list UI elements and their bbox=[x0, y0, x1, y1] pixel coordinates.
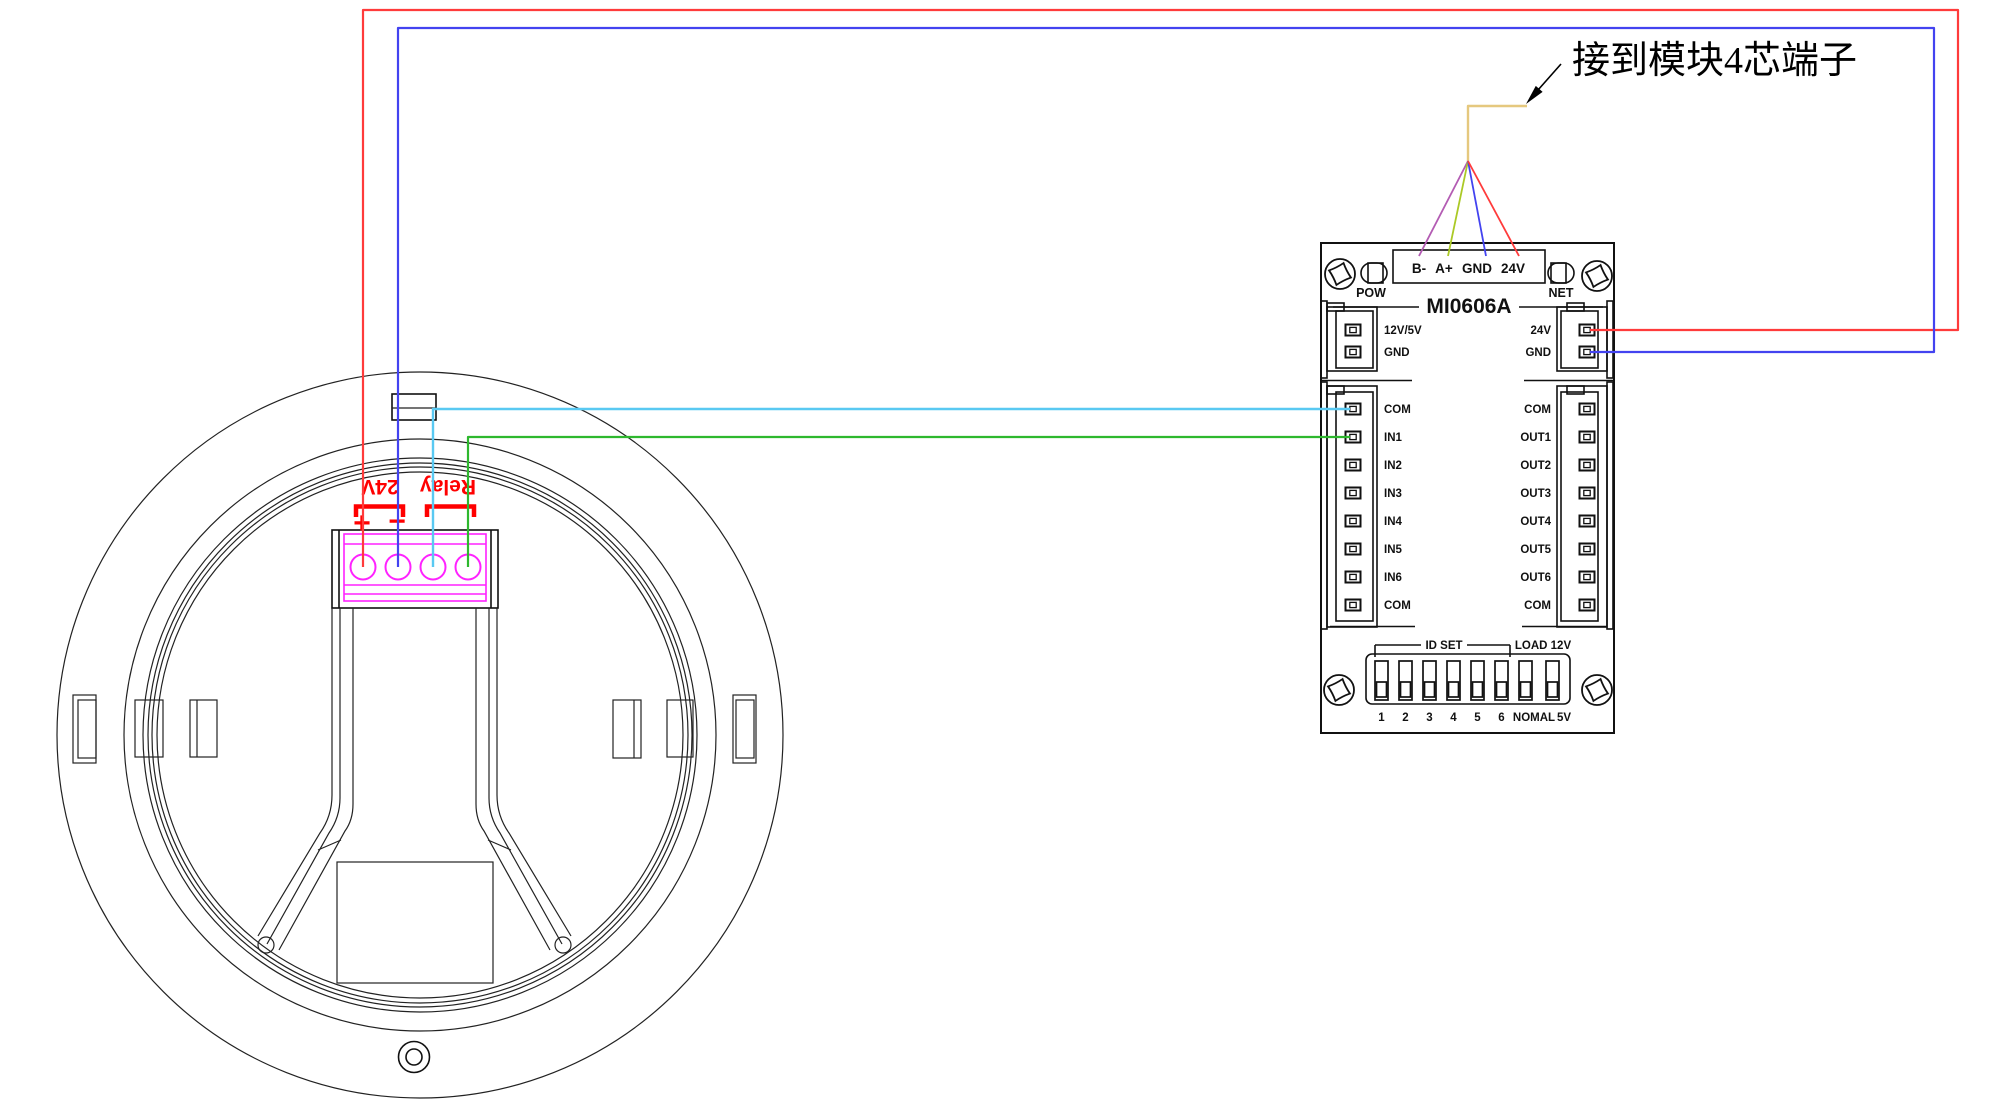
wire-com-cyan bbox=[433, 409, 1350, 567]
screw-top-left bbox=[1325, 259, 1355, 289]
pin-in2 bbox=[1346, 460, 1361, 471]
label-12v5v: 12V/5V bbox=[1384, 325, 1422, 337]
label-in6: IN6 bbox=[1384, 572, 1402, 584]
top-pin-b-label: B- bbox=[1412, 261, 1426, 276]
top-pin-a-label: A+ bbox=[1435, 261, 1453, 276]
funnel-neck bbox=[258, 608, 571, 953]
mounting-slot-right-outer bbox=[733, 695, 756, 763]
pow-label: POW bbox=[1356, 286, 1386, 300]
dip-label-2: 2 bbox=[1402, 712, 1408, 724]
io-module: B- A+ GND 24V POW NET MI0606A bbox=[1321, 243, 1614, 733]
label-in1: IN1 bbox=[1384, 432, 1403, 444]
pin-com-right-bottom bbox=[1580, 600, 1595, 611]
screw-bottom-right bbox=[1582, 675, 1612, 705]
wire-24v-red bbox=[363, 10, 1958, 567]
module-title: MI0606A bbox=[1426, 295, 1511, 318]
label-24v: 24V bbox=[1531, 325, 1552, 337]
dip-switch-6 bbox=[1495, 661, 1508, 700]
terminal-block-4pin bbox=[344, 534, 486, 601]
label-in3: IN3 bbox=[1384, 488, 1402, 500]
label-in2: IN2 bbox=[1384, 460, 1402, 472]
wires bbox=[363, 10, 1958, 567]
label-out5: OUT5 bbox=[1520, 544, 1551, 556]
pin-in3 bbox=[1346, 488, 1361, 499]
screw-bottom-left bbox=[1324, 675, 1354, 705]
fan-wire-a-chartreuse bbox=[1448, 161, 1468, 256]
dip-label-5: 5 bbox=[1474, 712, 1481, 724]
load-12v-label: LOAD 12V bbox=[1515, 640, 1572, 652]
pin-out6 bbox=[1580, 572, 1595, 583]
label-com-right-bottom: COM bbox=[1524, 600, 1551, 612]
id-set-label: ID SET bbox=[1425, 640, 1462, 652]
screw-top-right bbox=[1582, 261, 1612, 291]
annotation-callout: 接到模块4芯端子 bbox=[1526, 40, 1857, 104]
dip-label-6: 6 bbox=[1498, 712, 1504, 724]
mounting-slot-left-inner bbox=[190, 700, 217, 757]
pin-gnd-left bbox=[1346, 347, 1361, 358]
label-in4: IN4 bbox=[1384, 516, 1403, 528]
label-out4: OUT4 bbox=[1520, 516, 1551, 528]
mounting-slot-right-middle bbox=[667, 700, 693, 757]
annotation-text: 接到模块4芯端子 bbox=[1572, 40, 1857, 82]
fan-wire-gnd-blue bbox=[1468, 161, 1486, 256]
pin-out4 bbox=[1580, 516, 1595, 527]
wiring-diagram-page: 24V Relay + − B- A+ GND 24V POW bbox=[0, 0, 2000, 1100]
dip-switch-4 bbox=[1447, 661, 1460, 700]
net-label: NET bbox=[1549, 286, 1574, 300]
wiring-diagram-canvas: 24V Relay + − B- A+ GND 24V POW bbox=[0, 0, 2000, 1100]
top-pin-24v-label: 24V bbox=[1501, 261, 1525, 276]
base-second-ring bbox=[124, 439, 716, 1031]
base-groove-ring-1 bbox=[143, 458, 697, 1012]
pin-out5 bbox=[1580, 544, 1595, 555]
base-center-box bbox=[337, 862, 493, 983]
label-com-right-top: COM bbox=[1524, 404, 1551, 416]
label-gnd-right: GND bbox=[1525, 347, 1551, 359]
label-24v-rotated: 24V bbox=[361, 475, 398, 498]
dip-label-5v: 5V bbox=[1557, 712, 1571, 724]
pin-12v5v bbox=[1346, 325, 1361, 336]
mounting-slot-right-inner bbox=[613, 700, 641, 758]
dip-label-1: 1 bbox=[1378, 712, 1385, 724]
label-out1: OUT1 bbox=[1520, 432, 1551, 444]
wire-in1-green bbox=[468, 437, 1350, 567]
wire-gnd-blue bbox=[398, 28, 1934, 567]
dip-label-nomal: NOMAL bbox=[1513, 712, 1555, 724]
pin-com-left-bottom bbox=[1346, 600, 1361, 611]
dip-label-4: 4 bbox=[1450, 712, 1457, 724]
pin-com-right-top bbox=[1580, 404, 1595, 415]
dip-switch-3 bbox=[1423, 661, 1436, 700]
pin-in6 bbox=[1346, 572, 1361, 583]
dip-switch-5 bbox=[1471, 661, 1484, 700]
base-screw-hole bbox=[399, 1042, 430, 1073]
mounting-slot-left-outer bbox=[73, 695, 96, 763]
top-pin-gnd-label: GND bbox=[1462, 261, 1492, 276]
label-out3: OUT3 bbox=[1520, 488, 1551, 500]
dip-switch-5v bbox=[1546, 661, 1559, 700]
detector-base: 24V Relay + − bbox=[57, 372, 783, 1098]
dip-label-3: 3 bbox=[1426, 712, 1432, 724]
label-gnd-left: GND bbox=[1384, 347, 1410, 359]
base-inner-ring bbox=[157, 472, 683, 998]
arrow-shaft bbox=[1538, 64, 1561, 90]
fan-wire-b-purple bbox=[1419, 161, 1468, 256]
pin-out1 bbox=[1580, 432, 1595, 443]
label-out2: OUT2 bbox=[1520, 460, 1551, 472]
pin-out3 bbox=[1580, 488, 1595, 499]
terminal-channel bbox=[332, 530, 498, 608]
base-groove-ring-3 bbox=[152, 467, 688, 1003]
dip-switch-2 bbox=[1399, 661, 1412, 700]
pin-in4 bbox=[1346, 516, 1361, 527]
fan-wire-24v-red bbox=[1468, 161, 1519, 256]
label-com-left-top: COM bbox=[1384, 404, 1411, 416]
label-com-left-bottom: COM bbox=[1384, 600, 1411, 612]
wire-bus-tan bbox=[1468, 106, 1527, 161]
dip-switch-1 bbox=[1375, 661, 1388, 700]
dip-switch-nomal bbox=[1519, 661, 1532, 700]
pin-out2 bbox=[1580, 460, 1595, 471]
pin-in5 bbox=[1346, 544, 1361, 555]
label-in5: IN5 bbox=[1384, 544, 1403, 556]
label-out6: OUT6 bbox=[1520, 572, 1551, 584]
